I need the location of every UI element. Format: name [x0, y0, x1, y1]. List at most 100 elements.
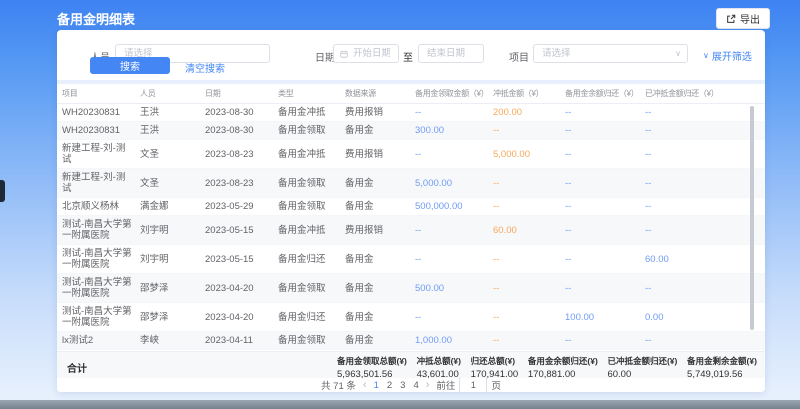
cell-date: 2023-05-15 — [205, 251, 278, 268]
column-header: 备用金余额归还（¥） — [565, 88, 645, 99]
summary-stat-label: 备用金领取总额(¥) — [337, 355, 407, 367]
cell-source: 备用金 — [345, 280, 415, 297]
chevron-down-icon: ∨ — [703, 51, 709, 60]
cell-offset: -- — [493, 122, 565, 139]
table-row[interactable]: 测试-南昌大学第一附属医院刘宇明2023-05-15备用金冲抵费用报销--60.… — [57, 216, 765, 245]
cell-type: 备用金冲抵 — [278, 222, 345, 239]
cell-balance_return: -- — [565, 104, 645, 121]
cell-received: -- — [415, 104, 493, 121]
cell-offset: -- — [493, 309, 565, 326]
table-row[interactable]: lx测试2李峡2023-04-11备用金领取备用金1,000.00------ — [57, 332, 765, 350]
column-header: 日期 — [205, 88, 278, 99]
column-header: 类型 — [278, 88, 345, 99]
filter-bar: 人员 日期 至 项目 ∨ — [57, 30, 765, 80]
page-title: 备用金明细表 — [57, 9, 135, 28]
project-select-field[interactable] — [540, 47, 675, 60]
cell-offset_return: -- — [645, 122, 765, 139]
cell-type: 备用金冲抵 — [278, 104, 345, 121]
cell-date: 2023-08-30 — [205, 104, 278, 121]
cell-source: 费用报销 — [345, 104, 415, 121]
cell-offset_return: -- — [645, 104, 765, 121]
page-suffix-label: 页 — [491, 378, 501, 392]
cell-balance_return: -- — [565, 332, 645, 349]
column-header: 备用金领取金额（¥） — [415, 88, 493, 99]
column-header: 人员 — [140, 88, 205, 99]
date-to-label: 至 — [403, 49, 413, 64]
column-header: 冲抵金额（¥） — [493, 88, 565, 99]
cell-source: 备用金 — [345, 309, 415, 326]
summary-stat-label: 已冲抵金额归还(¥) — [607, 355, 677, 367]
summary-stat-value: 5,749,019.56 — [687, 369, 757, 380]
prev-page-button[interactable]: ‹ — [363, 380, 367, 390]
cell-source: 备用金 — [345, 122, 415, 139]
cell-project: 测试-南昌大学第一附属医院 — [62, 274, 140, 302]
table-row[interactable]: 测试-南昌大学第一附属医院邵梦泽2023-04-20备用金归还备用金----10… — [57, 303, 765, 332]
app-window: 备用金明细表 导出 人员 日期 — [0, 0, 800, 409]
table-row[interactable]: WH20230831王洪2023-08-30备用金领取备用金300.00----… — [57, 122, 765, 140]
cell-person: 文圣 — [140, 146, 205, 163]
date-end-input[interactable] — [418, 44, 484, 63]
cell-offset_return: 0.00 — [645, 309, 765, 326]
summary-stat: 已冲抵金额归还(¥) 60.00 — [607, 355, 677, 380]
cell-balance_return: -- — [565, 198, 645, 215]
clear-search-link[interactable]: 清空搜索 — [185, 60, 225, 75]
table-row[interactable]: 测试-南昌大学第一附属医院邵梦泽2023-04-20备用金领取备用金500.00… — [57, 274, 765, 303]
content-card: 人员 日期 至 项目 ∨ — [57, 30, 765, 392]
table-row[interactable]: 测试-南昌大学第一附属医院刘宇明2023-05-15备用金归还备用金------… — [57, 245, 765, 274]
cell-balance_return: -- — [565, 122, 645, 139]
export-button[interactable]: 导出 — [716, 8, 770, 29]
table-row[interactable]: WH20230831王洪2023-08-30备用金冲抵费用报销--200.00-… — [57, 104, 765, 122]
cell-source: 费用报销 — [345, 222, 415, 239]
cell-offset_return: -- — [645, 280, 765, 297]
summary-stat-value: 60.00 — [607, 369, 677, 380]
cell-type: 备用金领取 — [278, 332, 345, 349]
cell-received: 300.00 — [415, 122, 493, 139]
cell-balance_return: -- — [565, 280, 645, 297]
bottom-edge-bar — [0, 400, 800, 409]
cell-offset: -- — [493, 280, 565, 297]
drawer-handle[interactable] — [0, 180, 5, 202]
column-header: 项目 — [62, 88, 140, 99]
cell-person: 文圣 — [140, 175, 205, 192]
cell-offset_return: -- — [645, 175, 765, 192]
table-scrollbar[interactable] — [750, 106, 754, 330]
summary-stat-value: 43,601.00 — [417, 369, 461, 380]
page-button[interactable]: 2 — [387, 380, 392, 391]
cell-date: 2023-08-23 — [205, 175, 278, 192]
expand-filters-link[interactable]: ∨ 展开筛选 — [703, 48, 752, 63]
total-count: 共 71 条 — [321, 378, 356, 392]
cell-person: 王洪 — [140, 122, 205, 139]
cell-project: 测试-南昌大学第一附属医院 — [62, 216, 140, 244]
page-button[interactable]: 4 — [413, 380, 418, 391]
cell-source: 备用金 — [345, 175, 415, 192]
date-start-input[interactable] — [333, 44, 399, 63]
cell-source: 备用金 — [345, 251, 415, 268]
page-button[interactable]: 3 — [400, 380, 405, 391]
date-start-field[interactable] — [351, 47, 392, 60]
summary-stat: 备用金领取总额(¥)5,963,501.56 — [337, 355, 407, 380]
cell-offset: -- — [493, 251, 565, 268]
summary-stat-label: 备用金余额归还(¥) — [528, 355, 598, 367]
date-end-field[interactable] — [425, 47, 477, 60]
cell-offset: 200.00 — [493, 104, 565, 121]
table-row[interactable]: 新建工程-刘-测试文圣2023-08-23备用金冲抵费用报销--5,000.00… — [57, 140, 765, 169]
cell-project: 测试-南昌大学第一附属医院 — [62, 245, 140, 273]
table-row[interactable]: 北京顺义杨林满金娜2023-05-29备用金领取备用金500,000.00---… — [57, 198, 765, 216]
cell-type: 备用金领取 — [278, 280, 345, 297]
cell-date: 2023-04-20 — [205, 309, 278, 326]
cell-received: -- — [415, 251, 493, 268]
cell-person: 刘宇明 — [140, 222, 205, 239]
summary-stat-label: 备用金剩余金额(¥) — [687, 355, 757, 367]
cell-type: 备用金冲抵 — [278, 146, 345, 163]
cell-date: 2023-04-11 — [205, 332, 278, 349]
cell-project: 新建工程-刘-测试 — [62, 169, 140, 197]
page-button[interactable]: 1 — [374, 380, 379, 391]
search-button[interactable]: 搜索 — [90, 57, 170, 74]
cell-balance_return: -- — [565, 251, 645, 268]
project-filter-select[interactable]: ∨ — [533, 44, 688, 63]
table-row[interactable]: 新建工程-刘-测试文圣2023-08-23备用金领取备用金5,000.00---… — [57, 169, 765, 198]
next-page-button[interactable]: › — [426, 380, 430, 390]
cell-balance_return: -- — [565, 222, 645, 239]
cell-received: 1,000.00 — [415, 332, 493, 349]
summary-stat: 备用金余额归还(¥)170,881.00 — [528, 355, 598, 380]
